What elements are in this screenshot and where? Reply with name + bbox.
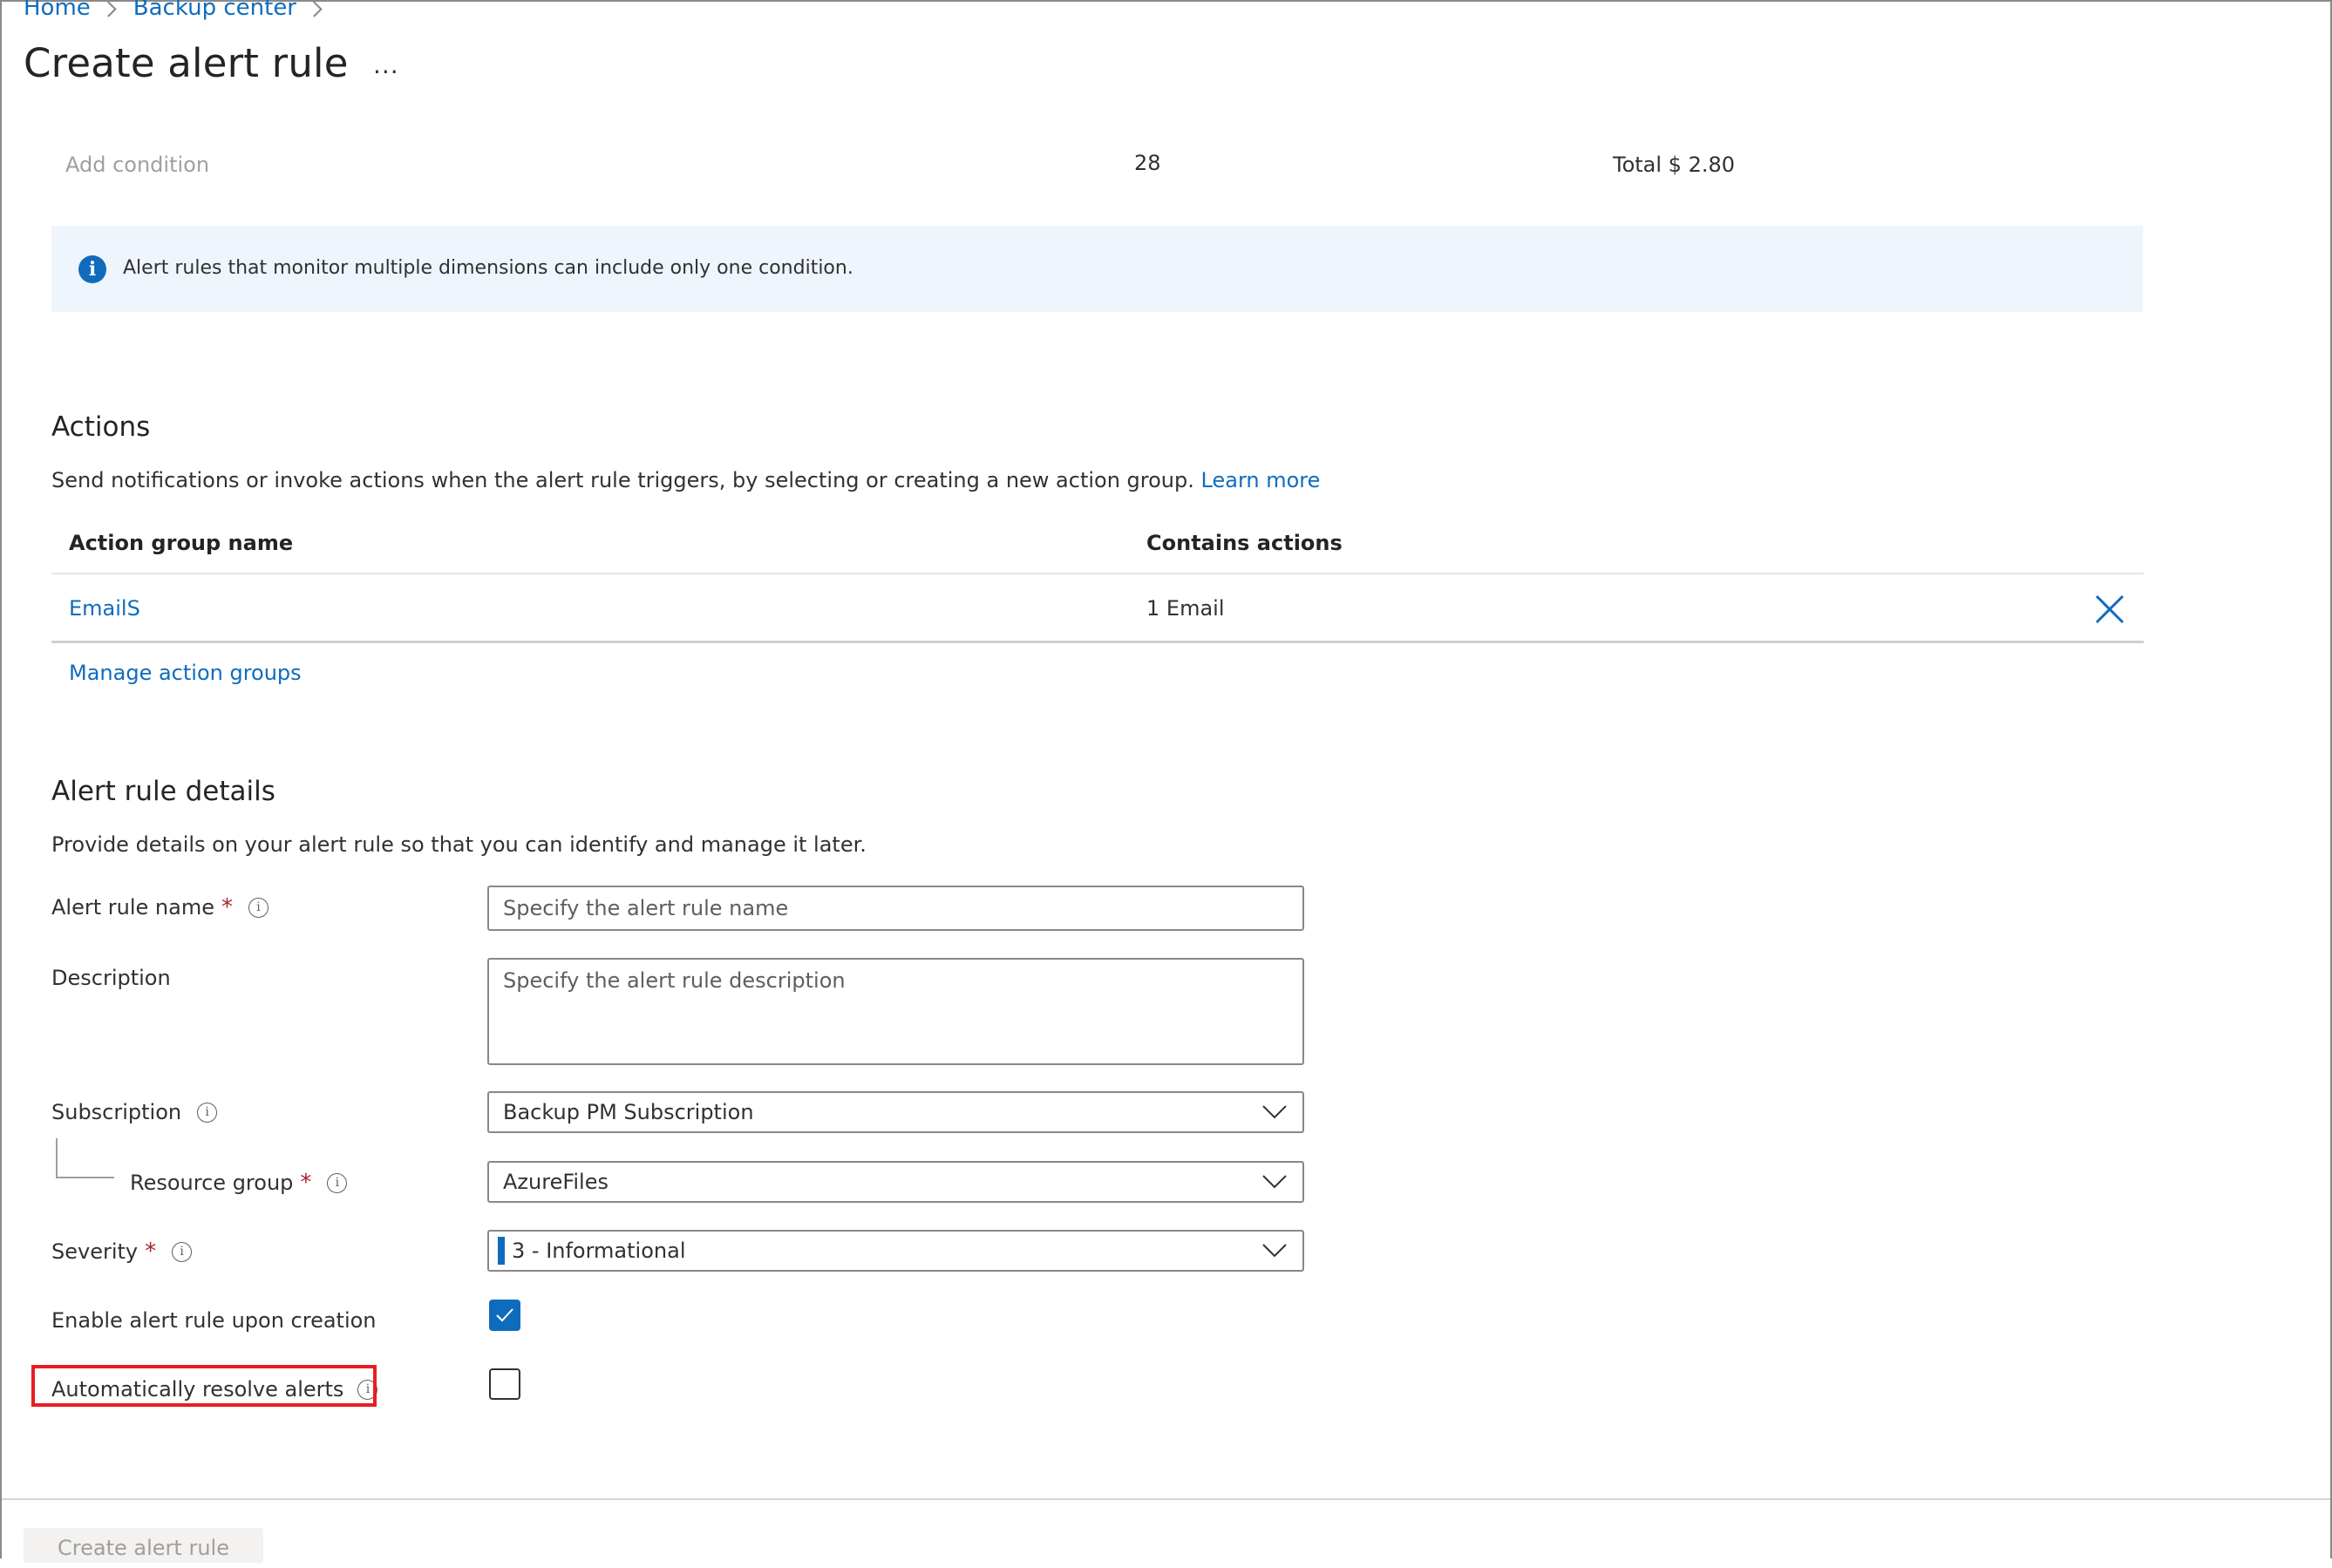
subscription-dropdown[interactable]: Backup PM Subscription — [487, 1091, 1304, 1133]
severity-label-text: Severity — [51, 1239, 139, 1264]
table-header-divider — [51, 573, 2144, 574]
breadcrumb: Home Backup center — [24, 0, 339, 21]
action-group-contains: 1 Email — [1146, 596, 1225, 621]
description-textarea[interactable] — [503, 960, 1302, 1072]
manage-action-groups-link[interactable]: Manage action groups — [69, 661, 302, 685]
info-icon[interactable]: i — [327, 1172, 348, 1193]
subscription-label-text: Subscription — [51, 1100, 182, 1124]
condition-count: 28 — [1134, 151, 1161, 175]
breadcrumb-backup-center[interactable]: Backup center — [133, 0, 296, 21]
alert-rule-name-field[interactable] — [487, 886, 1304, 931]
chevron-down-icon — [1262, 1105, 1287, 1119]
highlight-annotation-box — [31, 1365, 377, 1407]
learn-more-link[interactable]: Learn more — [1201, 468, 1321, 492]
alert-rule-details-description: Provide details on your alert rule so th… — [51, 832, 867, 857]
severity-dropdown[interactable]: 3 - Informational — [487, 1230, 1304, 1272]
subscription-label: Subscription i — [51, 1100, 218, 1124]
info-icon[interactable]: i — [248, 897, 269, 918]
alert-rule-name-input[interactable] — [503, 896, 1302, 920]
column-header-contains-actions[interactable]: Contains actions — [1146, 531, 1343, 555]
severity-value: 3 - Informational — [512, 1239, 686, 1263]
info-message-bar: i Alert rules that monitor multiple dime… — [51, 226, 2143, 312]
description-field[interactable] — [487, 958, 1304, 1072]
subscription-value: Backup PM Subscription — [503, 1100, 754, 1124]
create-alert-rule-button[interactable]: Create alert rule — [24, 1528, 263, 1563]
chevron-down-icon — [1262, 1244, 1287, 1258]
info-icon: i — [78, 255, 106, 283]
auto-resolve-checkbox[interactable] — [489, 1368, 520, 1400]
actions-description-text: Send notifications or invoke actions whe… — [51, 468, 1194, 492]
resource-group-value: AzureFiles — [503, 1170, 608, 1194]
actions-description: Send notifications or invoke actions whe… — [51, 468, 1320, 492]
info-icon[interactable]: i — [172, 1241, 193, 1262]
table-row-divider — [51, 641, 2144, 643]
info-message-text: Alert rules that monitor multiple dimens… — [123, 257, 853, 279]
enable-on-creation-label: Enable alert rule upon creation — [51, 1308, 377, 1333]
page-title: Create alert rule — [24, 40, 349, 86]
tree-connector — [56, 1177, 114, 1178]
alert-rule-details-heading: Alert rule details — [51, 776, 275, 807]
close-icon — [2095, 594, 2125, 624]
resource-group-label: Resource group * i — [130, 1170, 348, 1196]
breadcrumb-home[interactable]: Home — [24, 0, 91, 21]
description-label: Description — [51, 966, 171, 990]
alert-rule-name-label: Alert rule name * i — [51, 894, 269, 920]
required-asterisk: * — [300, 1170, 312, 1196]
action-group-link-emails[interactable]: EmailS — [69, 596, 140, 621]
description-label-text: Description — [51, 966, 171, 990]
info-icon[interactable]: i — [197, 1102, 218, 1123]
resource-group-dropdown[interactable]: AzureFiles — [487, 1161, 1304, 1203]
remove-action-group-button[interactable] — [2095, 594, 2125, 624]
severity-color-bar — [498, 1237, 505, 1265]
add-condition-link[interactable]: Add condition — [65, 153, 209, 177]
chevron-down-icon — [1262, 1175, 1287, 1189]
alert-rule-name-label-text: Alert rule name — [51, 895, 214, 920]
condition-total-cost: Total $ 2.80 — [1613, 153, 1736, 177]
tree-connector — [56, 1138, 58, 1178]
column-header-action-group-name[interactable]: Action group name — [69, 531, 293, 555]
enable-on-creation-checkbox[interactable] — [489, 1300, 520, 1331]
severity-selected: 3 - Informational — [498, 1237, 686, 1265]
required-asterisk: * — [145, 1239, 157, 1265]
footer-divider — [2, 1498, 2330, 1500]
actions-heading: Actions — [51, 411, 151, 443]
more-options-button[interactable]: ... — [373, 51, 399, 79]
chevron-right-icon — [100, 0, 117, 17]
enable-on-creation-label-text: Enable alert rule upon creation — [51, 1308, 377, 1333]
severity-label: Severity * i — [51, 1239, 193, 1265]
resource-group-label-text: Resource group — [130, 1171, 294, 1195]
required-asterisk: * — [221, 894, 233, 920]
checkmark-icon — [496, 1308, 513, 1322]
chevron-right-icon — [306, 0, 323, 17]
